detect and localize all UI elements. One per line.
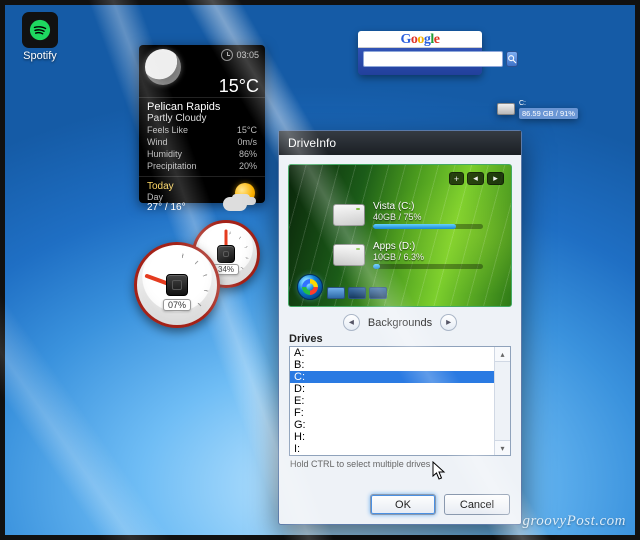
- drive-list-item[interactable]: C:: [290, 371, 494, 383]
- gauge-hub-icon: [166, 274, 188, 296]
- moon-icon: [145, 49, 181, 85]
- preview-prev-button[interactable]: ◂: [467, 172, 484, 185]
- preview-drive-item: Vista (C:)40GB / 75%: [333, 201, 483, 229]
- desktop-icon-spotify[interactable]: Spotify: [12, 12, 68, 62]
- clock-readout: 03:05: [221, 49, 259, 61]
- preview-next-button[interactable]: ▸: [487, 172, 504, 185]
- preview-add-button[interactable]: +: [449, 172, 464, 185]
- forecast-label: Today: [147, 181, 186, 192]
- background-prev-button[interactable]: ◂: [343, 314, 360, 331]
- scrollbar[interactable]: ▴ ▾: [494, 347, 510, 455]
- cancel-button[interactable]: Cancel: [444, 494, 510, 515]
- gauge-cpu[interactable]: 07%: [134, 242, 220, 328]
- drive-list-item[interactable]: A:: [290, 347, 494, 359]
- drive-mini-caption: 86.59 GB / 91%: [519, 108, 578, 119]
- forecast-highlow: 27° / 16°: [147, 202, 186, 213]
- sun-cloud-icon: [223, 183, 257, 211]
- backgrounds-label: Backgrounds: [368, 317, 432, 329]
- weather-row: Humidity86%: [147, 148, 257, 160]
- drive-list-item[interactable]: F:: [290, 407, 494, 419]
- start-orb-icon: [297, 274, 323, 300]
- preview-taskbar: [327, 287, 387, 299]
- gauge-cpu-value: 07%: [163, 299, 191, 311]
- scroll-up-button[interactable]: ▴: [495, 347, 510, 362]
- drive-list-item[interactable]: D:: [290, 383, 494, 395]
- weather-row: Wind0m/s: [147, 136, 257, 148]
- hint-text: Hold CTRL to select multiple drives: [290, 459, 510, 469]
- driveinfo-dialog: DriveInfo + ◂ ▸ Vista (C:)40GB / 75% Apps…: [278, 130, 522, 525]
- drive-list-item[interactable]: B:: [290, 359, 494, 371]
- scroll-down-button[interactable]: ▾: [495, 440, 510, 455]
- drive-mini-label: C:: [519, 100, 578, 107]
- drive-icon: [333, 204, 365, 226]
- weather-condition: Partly Cloudy: [147, 113, 257, 124]
- gauge-hub-icon: [217, 245, 235, 263]
- weather-location: Pelican Rapids: [147, 101, 257, 113]
- google-search-input[interactable]: [363, 51, 503, 67]
- forecast-period: Day: [147, 192, 186, 202]
- drives-section-label: Drives: [289, 333, 511, 345]
- preview-pane: + ◂ ▸ Vista (C:)40GB / 75% Apps (D:)10GB …: [288, 164, 512, 307]
- watermark: groovyPost.com: [522, 513, 626, 530]
- drive-list-item[interactable]: E:: [290, 395, 494, 407]
- preview-drive-item: Apps (D:)10GB / 6.3%: [333, 241, 483, 269]
- google-logo: Google: [358, 31, 482, 48]
- weather-row: Feels Like15°C: [147, 124, 257, 136]
- background-next-button[interactable]: ▸: [440, 314, 457, 331]
- drive-icon: [333, 244, 365, 266]
- ok-button[interactable]: OK: [370, 494, 436, 515]
- drive-list-item[interactable]: H:: [290, 431, 494, 443]
- google-search-button[interactable]: [506, 51, 518, 67]
- disk-icon: [497, 103, 515, 115]
- desktop-icon-label: Spotify: [12, 50, 68, 62]
- google-search-gadget[interactable]: Google: [358, 31, 482, 75]
- temperature: 15°C: [219, 76, 259, 97]
- weather-gadget[interactable]: 03:05 15°C Pelican Rapids Partly Cloudy …: [139, 45, 265, 203]
- dialog-title[interactable]: DriveInfo: [279, 131, 521, 155]
- spotify-icon: [22, 12, 58, 48]
- drive-mini-gadget[interactable]: C: 86.59 GB / 91%: [497, 99, 585, 119]
- drive-list-item[interactable]: G:: [290, 419, 494, 431]
- weather-row: Precipitation20%: [147, 160, 257, 172]
- drive-list-item[interactable]: I:: [290, 443, 494, 455]
- drives-listbox[interactable]: A:B:C:D:E:F:G:H:I:J: ▴ ▾: [289, 346, 511, 456]
